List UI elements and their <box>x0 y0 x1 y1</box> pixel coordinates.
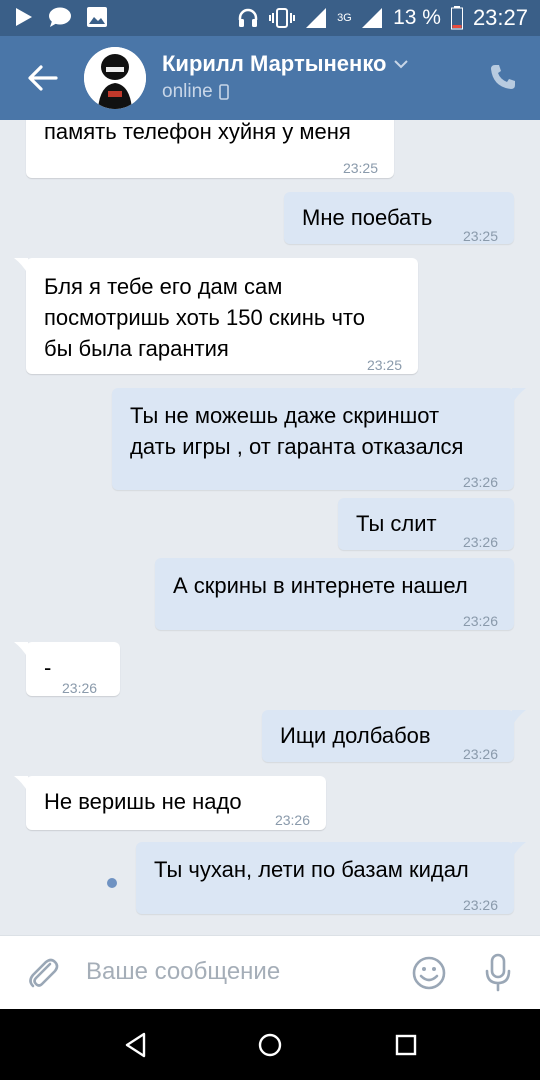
message-time: 23:25 <box>366 357 402 373</box>
bubble-tail <box>14 258 28 274</box>
image-icon <box>87 7 107 27</box>
message-text: Ищи долбабов <box>280 723 431 748</box>
signal-icon <box>362 8 383 28</box>
message-time: 23:25 <box>462 228 498 244</box>
unread-indicator <box>107 878 117 888</box>
message-text: Мне поебать <box>302 205 433 230</box>
nav-back-icon[interactable] <box>122 1031 150 1059</box>
message-line: посмотришь хоть 150 скинь что <box>44 305 365 330</box>
message-line: Бля я тебе его дам сам <box>44 274 283 299</box>
avatar[interactable] <box>84 47 146 109</box>
message-outgoing[interactable]: Ты чухан, лети по базам кидал 23:26 <box>136 842 526 914</box>
bubble-tail <box>14 642 28 658</box>
status-text: online <box>162 81 213 102</box>
chat-header: Кирилл Мартыненко online <box>0 36 540 120</box>
contact-name-text: Кирилл Мартыненко <box>162 51 387 76</box>
message-input[interactable]: Ваше сообщение <box>86 958 280 986</box>
message-outgoing[interactable]: Ищи долбабов 23:26 <box>262 710 526 762</box>
network-type: 3G <box>337 11 352 24</box>
bubble-tail <box>512 842 526 858</box>
message-outgoing[interactable]: А скрины в интернете нашел 23:26 <box>155 558 514 630</box>
call-icon[interactable] <box>488 62 518 92</box>
message-time: 23:26 <box>462 474 498 490</box>
message-text: - <box>44 655 52 680</box>
message-outgoing[interactable]: Ты не можешь даже скриншот дать игры , о… <box>112 388 526 490</box>
message-time: 23:26 <box>462 746 498 762</box>
nav-home-icon[interactable] <box>256 1031 284 1059</box>
message-incoming[interactable]: память телефон хуйня у меня 23:25 <box>26 120 394 178</box>
message-time: 23:26 <box>462 534 498 550</box>
vibrate-icon <box>269 8 296 28</box>
battery-percent: 13 % <box>393 6 441 29</box>
message-line: бы была гарантия <box>44 336 229 361</box>
message-line: Ты не можешь даже скриншот <box>130 403 440 428</box>
message-text: А скрины в интернете нашел <box>173 573 468 598</box>
system-nav-bar <box>0 1009 540 1080</box>
message-text: Ты слит <box>356 511 437 536</box>
message-outgoing[interactable]: Ты слит 23:26 <box>338 498 514 550</box>
nav-recents-icon[interactable] <box>392 1031 420 1059</box>
message-time: 23:26 <box>462 613 498 629</box>
attach-icon[interactable] <box>24 954 62 992</box>
message-time: 23:26 <box>462 897 498 913</box>
message-incoming[interactable]: Не веришь не надо 23:26 <box>14 776 326 830</box>
contact-name[interactable]: Кирилл Мартыненко <box>162 51 409 77</box>
emoji-icon[interactable] <box>410 954 448 992</box>
message-list[interactable]: память телефон хуйня у меня 23:25 Мне по… <box>0 120 540 935</box>
message-time: 23:26 <box>274 812 310 828</box>
phone-status-icon <box>218 84 229 100</box>
play-icon <box>16 8 32 26</box>
message-time: 23:25 <box>342 160 378 176</box>
message-outgoing[interactable]: Мне поебать 23:25 <box>284 192 514 244</box>
message-text: память телефон хуйня у меня <box>44 120 351 144</box>
headphones-icon <box>238 8 258 27</box>
contact-status: online <box>162 81 229 103</box>
message-incoming[interactable]: Бля я тебе его дам сам посмотришь хоть 1… <box>14 258 418 374</box>
chat-icon <box>49 7 71 27</box>
signal-icon <box>306 8 327 28</box>
battery-icon <box>450 6 463 30</box>
bubble-tail <box>512 388 526 404</box>
message-time: 23:26 <box>62 680 98 696</box>
mic-icon[interactable] <box>482 952 514 992</box>
message-text: Не веришь не надо <box>44 789 242 814</box>
back-arrow-icon[interactable] <box>26 62 60 94</box>
status-bar: 3G 13 % 23:27 <box>0 0 540 36</box>
message-line: дать игры , от гаранта отказался <box>130 434 464 459</box>
chevron-down-icon[interactable] <box>393 59 409 69</box>
clock: 23:27 <box>472 5 528 30</box>
bubble-tail <box>14 776 28 792</box>
message-incoming[interactable]: - 23:26 <box>14 642 120 696</box>
message-text: Ты чухан, лети по базам кидал <box>154 857 469 882</box>
bubble-tail <box>512 710 526 726</box>
message-composer: Ваше сообщение <box>0 935 540 1010</box>
